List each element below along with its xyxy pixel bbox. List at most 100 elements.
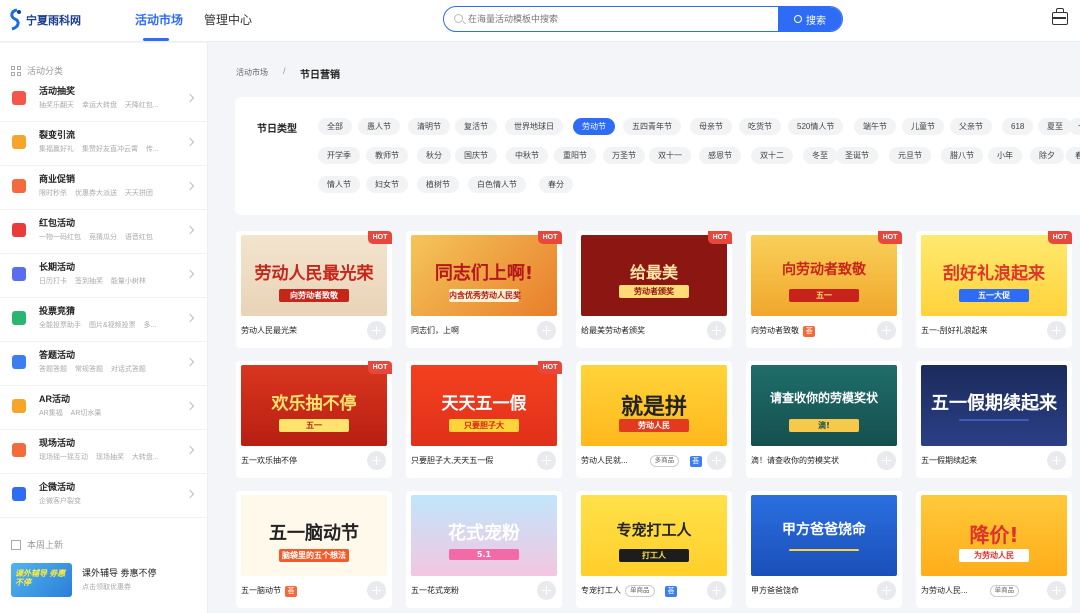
template-thumbnail[interactable]: 就是拼 劳动人民 [581,365,727,446]
template-thumbnail[interactable]: 天天五一假 只要胆子大 [411,365,557,446]
news-title[interactable]: 课外辅导 劵惠不停 [82,566,157,579]
festival-tag[interactable]: 国庆节 [455,147,497,164]
add-template-icon[interactable] [537,321,556,340]
template-card[interactable]: 请查收你的劳模奖状 滴! 滴！请查收你的劳模奖状 [746,361,902,478]
template-thumbnail[interactable]: 劳动人民最光荣 向劳动者致敬 [241,235,387,316]
festival-tag[interactable]: 元旦节 [889,147,931,164]
festival-tag[interactable]: 冬至 [803,147,837,164]
festival-tag[interactable]: 儿童节 [902,118,944,135]
festival-tag[interactable]: 双十一 [649,147,691,164]
template-thumbnail[interactable]: 五一假期续起来 [921,365,1067,446]
template-thumbnail[interactable]: 花式宠粉 5.1 [411,495,557,576]
template-thumbnail[interactable]: 请查收你的劳模奖状 滴! [751,365,897,446]
add-template-icon[interactable] [367,321,386,340]
sidebar-item[interactable]: 裂变引流 集福赢好礼 集赞好友直冲云霄 传... [0,122,208,166]
template-thumbnail[interactable]: 向劳动者致敬 五一 [751,235,897,316]
tab-activity-market[interactable]: 活动市场 [135,11,183,28]
search-button[interactable]: 搜索 [778,7,842,31]
sidebar-item[interactable]: 长期活动 日历打卡 签到抽奖 能量小树林 [0,254,208,298]
festival-tag[interactable]: 圣诞节 [836,147,878,164]
festival-tag[interactable]: 世界地球日 [505,118,563,135]
breadcrumb-root[interactable]: 活动市场 [236,67,268,78]
search-input[interactable] [468,7,798,31]
add-template-icon[interactable] [367,451,386,470]
add-template-icon[interactable] [537,581,556,600]
festival-tag[interactable]: 教师节 [366,147,408,164]
template-thumbnail[interactable]: 同志们上啊! 内含优秀劳动人民奖 [411,235,557,316]
add-template-icon[interactable] [707,321,726,340]
template-thumbnail[interactable]: 降价! 为劳动人民 [921,495,1067,576]
toolbox-icon[interactable] [1052,8,1068,25]
festival-tag[interactable]: 感恩节 [699,147,741,164]
template-card[interactable]: 刮好礼浪起来 五一大促 HOT 五一-刮好礼浪起来 [916,231,1072,348]
sidebar-item[interactable]: 答题活动 答题答题 常规答题 对话式答题 [0,342,208,386]
template-thumbnail[interactable]: 欢乐抽不停 五一 [241,365,387,446]
template-thumbnail[interactable]: 甲方爸爸饶命 [751,495,897,576]
festival-tag[interactable]: 618 [1002,118,1034,135]
festival-tag[interactable]: 开学季 [318,147,360,164]
festival-tag[interactable]: 五四青年节 [623,118,681,135]
add-template-icon[interactable] [1047,581,1066,600]
sidebar-item[interactable]: AR活动 AR集福 AR切水果 [0,386,208,430]
festival-tag[interactable]: 中秋节 [506,147,548,164]
festival-tag[interactable]: 万圣节 [603,147,645,164]
template-thumbnail[interactable]: 刮好礼浪起来 五一大促 [921,235,1067,316]
festival-tag[interactable]: 双十二 [751,147,793,164]
festival-tag[interactable]: 春分 [539,176,573,193]
festival-tag[interactable]: 重阳节 [554,147,596,164]
template-card[interactable]: 五一假期续起来 五一假期续起来 [916,361,1072,478]
festival-tag[interactable]: 白色情人节 [468,176,526,193]
template-card[interactable]: 专宠打工人 打工人 专宠打工人 单商品荟 [576,491,732,608]
sidebar-item[interactable]: 红包活动 一物一码红包 竞猜瓜分 语音红包 [0,210,208,254]
festival-tag[interactable]: 愚人节 [358,118,400,135]
festival-tag[interactable]: 端午节 [854,118,896,135]
add-template-icon[interactable] [877,451,896,470]
template-card[interactable]: 天天五一假 只要胆子大 HOT 只要胆子大,天天五一假 [406,361,562,478]
sidebar-item[interactable]: 活动抽奖 抽奖乐翻天 幸运大转盘 天降红包... [0,78,208,122]
festival-tag[interactable]: 七 [1069,118,1080,135]
festival-tag[interactable]: 妇女节 [366,176,408,193]
sidebar-item[interactable]: 商业促销 限时秒杀 优惠券大派送 天天拼团 [0,166,208,210]
template-thumbnail[interactable]: 给最美 劳动者颁奖 [581,235,727,316]
add-template-icon[interactable] [707,451,726,470]
add-template-icon[interactable] [1047,321,1066,340]
template-card[interactable]: 向劳动者致敬 五一 HOT 向劳动者致敬荟 [746,231,902,348]
template-card[interactable]: 花式宠粉 5.1 五一花式宠粉 [406,491,562,608]
add-template-icon[interactable] [877,321,896,340]
brand-logo[interactable]: 宁夏雨科网 [8,7,88,33]
festival-tag[interactable]: 清明节 [408,118,450,135]
festival-tag[interactable]: 吃货节 [739,118,781,135]
template-card[interactable]: 同志们上啊! 内含优秀劳动人民奖 HOT 同志们，上啊 [406,231,562,348]
template-card[interactable]: 就是拼 劳动人民 劳动人民就... 多商品荟 [576,361,732,478]
festival-tag[interactable]: 全部 [318,118,352,135]
template-card[interactable]: 甲方爸爸饶命 甲方爸爸饶命 [746,491,902,608]
template-thumbnail[interactable]: 专宠打工人 打工人 [581,495,727,576]
add-template-icon[interactable] [707,581,726,600]
festival-tag[interactable]: 春 [1066,147,1080,164]
festival-tag[interactable]: 520情人节 [788,118,844,135]
festival-tag[interactable]: 植树节 [417,176,459,193]
template-card[interactable]: 给最美 劳动者颁奖 HOT 给最美劳动者颁奖 [576,231,732,348]
template-card[interactable]: 降价! 为劳动人民 为劳动人民... 单商品 [916,491,1072,608]
add-template-icon[interactable] [367,581,386,600]
sidebar-item[interactable]: 现场活动 现场摇一摇互动 现场抽奖 大转盘... [0,430,208,474]
festival-tag[interactable]: 秋分 [417,147,451,164]
festival-tag[interactable]: 劳动节 [573,118,615,135]
template-card[interactable]: 五一脑动节 脑袋里的五个想法 五一脑动节荟 [236,491,392,608]
tab-management-center[interactable]: 管理中心 [204,11,252,28]
template-card[interactable]: 欢乐抽不停 五一 HOT 五一欢乐抽不停 [236,361,392,478]
festival-tag[interactable]: 除夕 [1030,147,1064,164]
festival-tag[interactable]: 小年 [988,147,1022,164]
festival-tag[interactable]: 复活节 [455,118,497,135]
template-card[interactable]: 劳动人民最光荣 向劳动者致敬 HOT 劳动人民最光荣 [236,231,392,348]
add-template-icon[interactable] [877,581,896,600]
sidebar-item[interactable]: 投票竞猜 全能投票助手 图片&视频投票 多... [0,298,208,342]
news-thumbnail[interactable]: 课外辅导 劵惠不停 [11,563,72,597]
festival-tag[interactable]: 腊八节 [941,147,983,164]
festival-tag[interactable]: 父亲节 [950,118,992,135]
add-template-icon[interactable] [1047,451,1066,470]
festival-tag[interactable]: 情人节 [318,176,360,193]
festival-tag[interactable]: 夏至 [1038,118,1072,135]
sidebar-item[interactable]: 企微活动 企微客户裂变 [0,474,208,518]
add-template-icon[interactable] [537,451,556,470]
